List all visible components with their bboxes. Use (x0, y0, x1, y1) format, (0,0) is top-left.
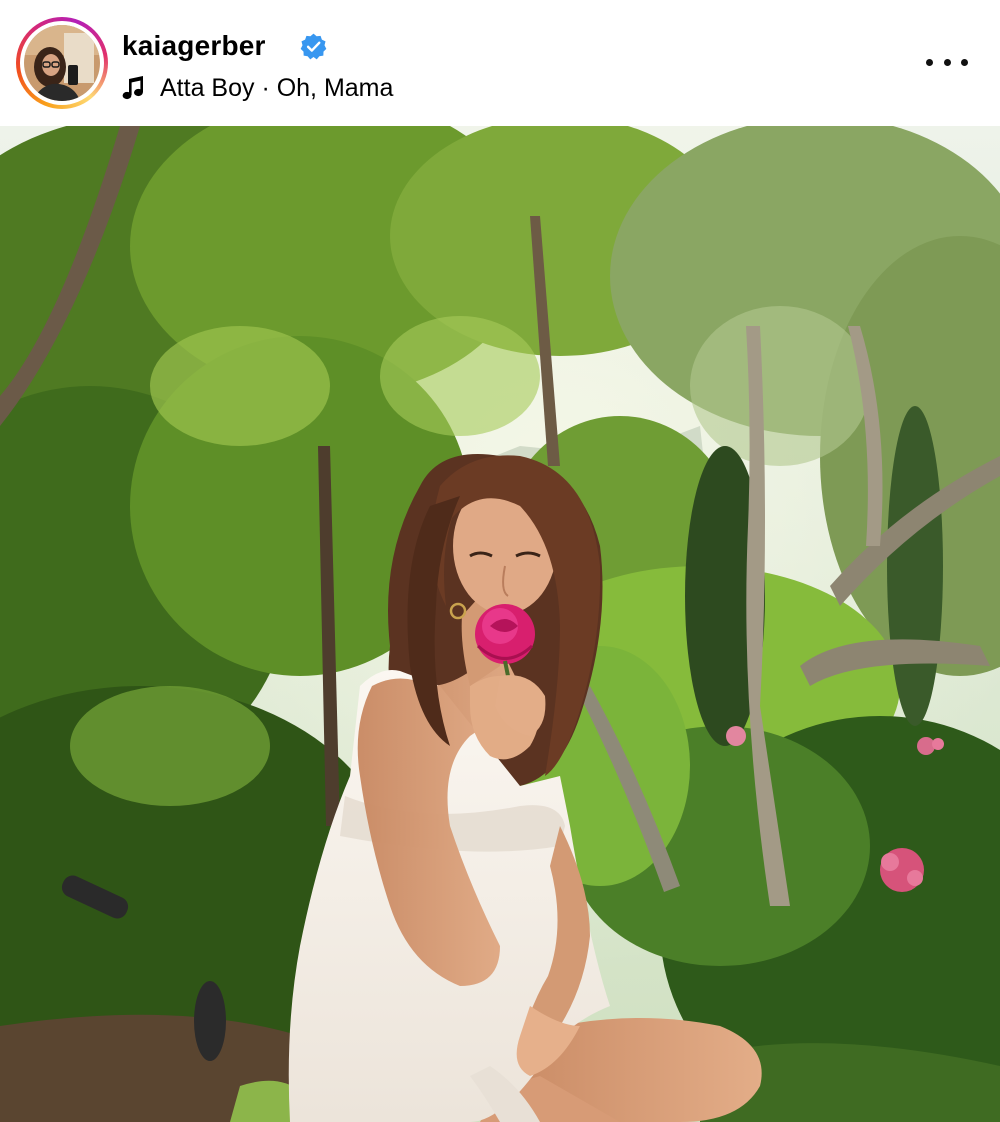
verified-badge-icon (300, 33, 327, 60)
more-options-icon[interactable] (926, 54, 968, 70)
post-header: kaiagerber Atta Boy · Oh, Mama (0, 0, 1000, 126)
story-ring[interactable] (16, 17, 108, 109)
username[interactable]: kaiagerber (122, 30, 266, 62)
post-photo[interactable] (0, 126, 1000, 1122)
audio-title: Atta Boy · Oh, Mama (160, 74, 394, 102)
audio-track[interactable]: Atta Boy · Oh, Mama (122, 72, 393, 104)
avatar-image (24, 25, 100, 101)
avatar[interactable] (24, 25, 100, 101)
photo-woman-with-rose-in-garden (0, 126, 1000, 1122)
music-note-icon (122, 76, 143, 100)
